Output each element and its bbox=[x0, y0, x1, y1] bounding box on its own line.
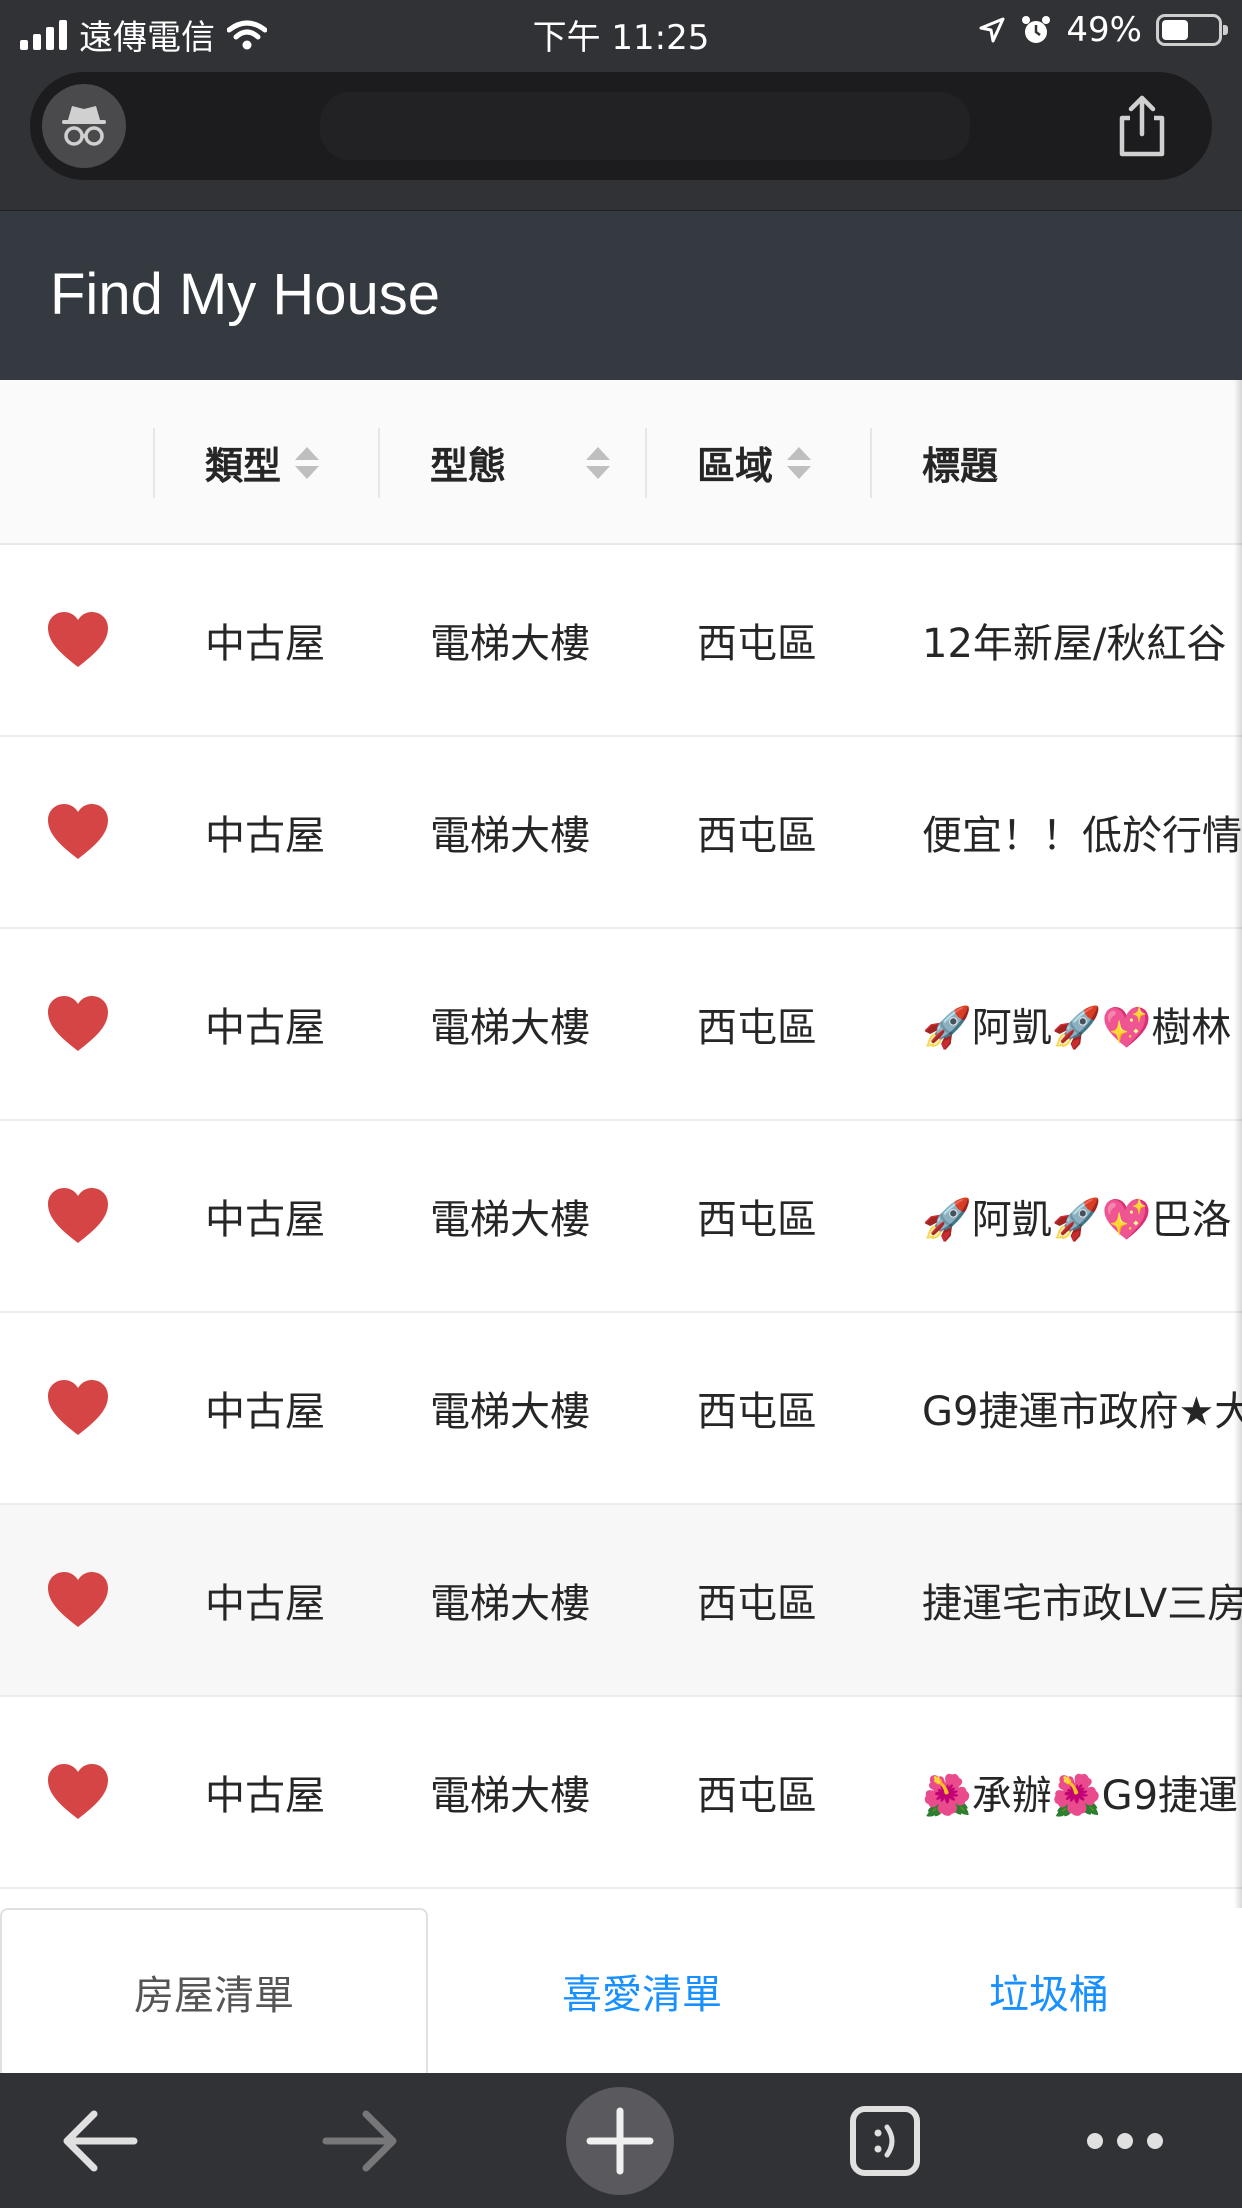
title-cell: G9捷運市政府★大 bbox=[922, 1389, 1242, 1435]
table-row[interactable]: 中古屋 電梯大樓 西屯區 便宜！！低於行情 bbox=[0, 737, 1242, 929]
form-cell: 電梯大樓 bbox=[430, 1581, 590, 1627]
title-cell: 🚀阿凱🚀💖巴洛 bbox=[922, 1197, 1232, 1243]
type-cell: 中古屋 bbox=[205, 1005, 325, 1051]
favorite-cell[interactable] bbox=[46, 1313, 110, 1503]
table-row[interactable]: 中古屋 電梯大樓 西屯區 12年新屋/秋紅谷 bbox=[0, 545, 1242, 737]
favorite-cell[interactable] bbox=[46, 737, 110, 927]
district-cell: 西屯區 bbox=[697, 1581, 817, 1627]
status-bar: 遠傳電信 下午 11:25 49% bbox=[0, 0, 1242, 62]
district-cell: 西屯區 bbox=[697, 1773, 817, 1819]
table-row[interactable]: 中古屋 電梯大樓 西屯區 🚀阿凱🚀💖樹林 bbox=[0, 929, 1242, 1121]
form-cell: 電梯大樓 bbox=[430, 1197, 590, 1243]
favorite-cell[interactable] bbox=[46, 1505, 110, 1695]
type-cell: 中古屋 bbox=[205, 813, 325, 859]
column-header-label: 類型 bbox=[205, 444, 282, 488]
column-header-district[interactable]: 區域 bbox=[697, 380, 812, 545]
column-header-label: 標題 bbox=[922, 444, 999, 488]
sort-icon[interactable] bbox=[295, 446, 320, 479]
district-cell: 西屯區 bbox=[697, 1389, 817, 1435]
heart-icon[interactable] bbox=[46, 1763, 110, 1821]
url-field[interactable] bbox=[320, 92, 970, 160]
district-cell: 西屯區 bbox=[697, 813, 817, 859]
share-icon[interactable] bbox=[1112, 94, 1172, 158]
sort-icon[interactable] bbox=[586, 446, 610, 479]
app-title: Find My House bbox=[50, 262, 441, 327]
column-divider bbox=[153, 428, 155, 498]
table-row[interactable]: 中古屋 電梯大樓 西屯區 🌺承辦🌺G9捷運 bbox=[0, 1697, 1242, 1889]
battery-percent: 49% bbox=[1066, 10, 1142, 50]
heart-icon[interactable] bbox=[46, 803, 110, 861]
status-right: 49% bbox=[978, 10, 1228, 50]
title-cell: 🚀阿凱🚀💖樹林 bbox=[922, 1005, 1232, 1051]
browser-bottom-bar bbox=[0, 2073, 1242, 2208]
form-cell: 電梯大樓 bbox=[430, 1389, 590, 1435]
incognito-icon[interactable] bbox=[42, 84, 126, 168]
favorite-cell[interactable] bbox=[46, 545, 110, 735]
title-cell: 捷運宅市政LV三房 bbox=[922, 1581, 1242, 1627]
district-cell: 西屯區 bbox=[697, 1197, 817, 1243]
form-cell: 電梯大樓 bbox=[430, 813, 590, 859]
tab-trash[interactable]: 垃圾桶 bbox=[856, 1908, 1242, 2073]
table-row[interactable]: 中古屋 電梯大樓 西屯區 G9捷運市政府★大 bbox=[0, 1313, 1242, 1505]
tab-favorites[interactable]: 喜愛清單 bbox=[428, 1908, 856, 2073]
column-header-title: 標題 bbox=[922, 380, 998, 545]
column-header-label: 區域 bbox=[697, 444, 774, 488]
tabs-icon[interactable] bbox=[830, 2091, 940, 2191]
address-bar[interactable] bbox=[30, 72, 1212, 180]
district-cell: 西屯區 bbox=[697, 1005, 817, 1051]
column-divider bbox=[378, 428, 380, 498]
favorite-cell[interactable] bbox=[46, 1121, 110, 1311]
column-divider bbox=[870, 428, 872, 498]
type-cell: 中古屋 bbox=[205, 621, 325, 667]
house-table[interactable]: 類型 型態 區域 標題 中古屋 電梯大樓 西屯區 12年新屋/秋紅谷 中古屋 電梯大樓 西屯… bbox=[0, 380, 1242, 1908]
column-divider bbox=[645, 428, 647, 498]
browser-top-bar: 遠傳電信 下午 11:25 49% bbox=[0, 0, 1242, 210]
column-header-label: 型態 bbox=[430, 444, 507, 488]
title-cell: 12年新屋/秋紅谷 bbox=[922, 621, 1227, 667]
district-cell: 西屯區 bbox=[697, 621, 817, 667]
battery-level bbox=[1162, 20, 1188, 40]
column-header-form[interactable]: 型態 bbox=[430, 380, 610, 545]
type-cell: 中古屋 bbox=[205, 1581, 325, 1627]
form-cell: 電梯大樓 bbox=[430, 1005, 590, 1051]
type-cell: 中古屋 bbox=[205, 1773, 325, 1819]
alarm-icon bbox=[1022, 16, 1051, 43]
tab-house-list[interactable]: 房屋清單 bbox=[0, 1908, 428, 2073]
table-row[interactable]: 中古屋 電梯大樓 西屯區 🚀阿凱🚀💖巴洛 bbox=[0, 1121, 1242, 1313]
type-cell: 中古屋 bbox=[205, 1389, 325, 1435]
heart-icon[interactable] bbox=[46, 1379, 110, 1437]
battery-icon bbox=[1156, 14, 1228, 46]
type-cell: 中古屋 bbox=[205, 1197, 325, 1243]
column-header-type[interactable]: 類型 bbox=[205, 380, 320, 545]
back-icon[interactable] bbox=[45, 2091, 155, 2191]
favorite-cell[interactable] bbox=[46, 1697, 110, 1887]
title-cell: 🌺承辦🌺G9捷運 bbox=[922, 1773, 1239, 1819]
title-cell: 便宜！！低於行情 bbox=[922, 813, 1242, 859]
heart-icon[interactable] bbox=[46, 1187, 110, 1245]
heart-icon[interactable] bbox=[46, 995, 110, 1053]
heart-icon[interactable] bbox=[46, 1571, 110, 1629]
forward-icon[interactable] bbox=[305, 2091, 415, 2191]
bottom-tabs: 房屋清單 喜愛清單 垃圾桶 bbox=[0, 1908, 1242, 2073]
table-row[interactable]: 中古屋 電梯大樓 西屯區 捷運宅市政LV三房 bbox=[0, 1505, 1242, 1697]
form-cell: 電梯大樓 bbox=[430, 621, 590, 667]
heart-icon[interactable] bbox=[46, 611, 110, 669]
location-icon bbox=[979, 17, 1005, 43]
horizontal-scroll-shadow bbox=[1234, 380, 1242, 1908]
sort-icon[interactable] bbox=[787, 446, 812, 479]
form-cell: 電梯大樓 bbox=[430, 1773, 590, 1819]
more-icon[interactable] bbox=[1070, 2091, 1180, 2191]
app-header: Find My House bbox=[0, 210, 1242, 380]
new-tab-icon[interactable] bbox=[565, 2087, 675, 2195]
favorite-cell[interactable] bbox=[46, 929, 110, 1119]
table-header: 類型 型態 區域 標題 bbox=[0, 380, 1242, 545]
